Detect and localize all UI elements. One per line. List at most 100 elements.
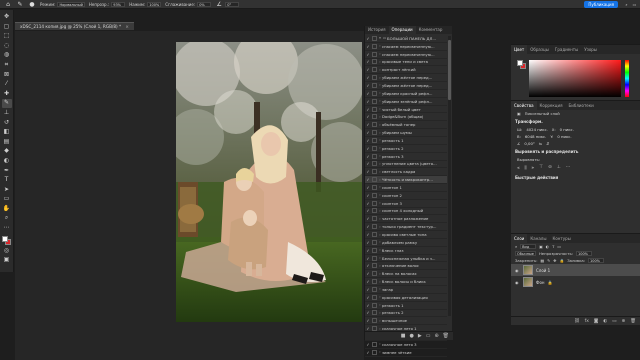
trash-icon[interactable]: 🗑 [443, 333, 449, 339]
check-icon[interactable]: ✓ [365, 138, 371, 143]
action-item[interactable]: ✓ › загар [365, 286, 447, 294]
share-button[interactable]: Публикация [584, 1, 618, 8]
dialog-toggle-box[interactable] [372, 51, 377, 57]
dialog-toggle-box[interactable] [372, 279, 377, 285]
dialog-toggle-box[interactable] [372, 208, 377, 214]
dialog-toggle-box[interactable] [372, 122, 377, 128]
artboard-tool-icon[interactable]: ▢ [2, 23, 12, 32]
dialog-toggle-box[interactable] [372, 161, 377, 167]
align-section-title[interactable]: Выровнять и распределить [511, 147, 640, 156]
action-item[interactable]: ✓ › Чёткость и микроконтр... [365, 176, 447, 185]
new-group-icon[interactable]: ▭ [612, 319, 616, 324]
dialog-toggle-box[interactable] [372, 75, 377, 81]
check-icon[interactable]: ✓ [365, 52, 371, 57]
smoothing-field[interactable]: 0% [197, 1, 212, 7]
flow-field[interactable]: 100% [147, 1, 162, 7]
action-item[interactable]: ✓ › резкость 1 [365, 137, 447, 145]
delete-layer-icon[interactable]: 🗑 [630, 319, 636, 324]
action-item[interactable]: ✓ › спасаем пересвеченную... [365, 51, 447, 59]
marquee-tool-icon[interactable]: ⬚ [2, 32, 12, 41]
check-icon[interactable]: ✓ [365, 185, 371, 190]
dialog-toggle-box[interactable] [372, 169, 377, 175]
filter-adjust-icon[interactable]: ◐ [546, 244, 549, 249]
align-middle-icon[interactable]: ⊝ [548, 165, 552, 171]
action-item[interactable]: ✓ › резкость 1 [365, 302, 447, 310]
filter-shape-icon[interactable]: ▭ [557, 244, 561, 249]
action-item[interactable]: ✓ › Dodge&Burn (общая) [365, 113, 447, 122]
new-set-icon[interactable]: ▭ [426, 333, 431, 339]
dialog-toggle-box[interactable] [372, 98, 377, 104]
action-item[interactable]: ✓ › объёмный тонер [365, 121, 447, 130]
color-swatches[interactable] [1, 235, 12, 246]
dialog-toggle-box[interactable] [372, 216, 377, 222]
action-item[interactable]: ✓ › скинтон 2 [365, 192, 447, 200]
color-picker-field[interactable] [529, 60, 621, 97]
y-field[interactable]: 0 пикс. [557, 134, 571, 139]
align-left-icon[interactable]: ⫷ [517, 165, 520, 171]
action-item[interactable]: ✓ › добавляем рамку [365, 239, 447, 247]
action-item[interactable]: ✓ › уплотнение цвета (цвето... [365, 161, 447, 169]
flip-vertical-icon[interactable]: ⇵ [546, 141, 549, 146]
check-icon[interactable]: ✓ [365, 216, 371, 221]
dialog-toggle-box[interactable] [372, 232, 377, 238]
mode-select[interactable]: Нормальный [57, 1, 85, 7]
layer-row[interactable]: ◉ Слой 1 [511, 264, 640, 276]
align-bottom-icon[interactable]: ⊥ [557, 165, 561, 171]
check-icon[interactable]: ✓ [365, 279, 371, 284]
dialog-toggle-box[interactable] [372, 349, 377, 355]
dialog-toggle-box[interactable] [372, 153, 377, 159]
check-icon[interactable]: ✓ [365, 240, 371, 245]
action-item[interactable]: ✓ › светлость кадра [365, 168, 447, 177]
transform-section-title[interactable]: Трансформ. [511, 117, 640, 126]
lasso-tool-icon[interactable]: ◌ [2, 42, 12, 51]
action-item[interactable]: ✓ › убираем жёлтое перед... [365, 74, 447, 83]
check-icon[interactable]: ✓ [365, 44, 371, 49]
tab-actions[interactable]: Операции [388, 26, 416, 34]
tab-layers[interactable]: Слои [511, 234, 528, 243]
move-tool-icon[interactable]: ✥ [2, 13, 12, 22]
check-icon[interactable]: ✓ [365, 287, 371, 292]
action-item[interactable]: ✓ › спасаем пересвеченную... [365, 43, 447, 51]
tab-comments[interactable]: Комментар [416, 26, 446, 34]
tab-adjustments[interactable]: Коррекция [537, 101, 566, 110]
close-document-icon[interactable]: × [125, 24, 129, 29]
lock-all-icon[interactable]: 🔒 [559, 258, 564, 263]
action-item[interactable]: ✓ › вспышечное [365, 317, 447, 326]
check-icon[interactable]: ✓ [365, 99, 371, 104]
filter-pixel-icon[interactable]: ▣ [539, 244, 543, 249]
brush-tool-icon[interactable]: ✎ [16, 1, 24, 8]
crop-tool-icon[interactable]: ⌗ [2, 61, 12, 70]
height-field[interactable]: 6048 пикс. [525, 134, 546, 139]
check-icon[interactable]: ✓ [365, 130, 371, 135]
lock-transparent-icon[interactable]: ▦ [540, 258, 544, 263]
dialog-toggle-box[interactable] [372, 59, 377, 65]
actions-scrollbar[interactable] [448, 36, 451, 316]
hue-slider[interactable] [625, 60, 629, 97]
action-item[interactable]: ✓ › чистый белый цвет [365, 106, 447, 114]
dialog-toggle-box[interactable] [372, 177, 377, 183]
dialog-toggle-box[interactable] [372, 137, 377, 143]
dodge-tool-icon[interactable]: ◐ [2, 157, 12, 166]
tab-paths[interactable]: Контуры [549, 234, 573, 243]
dialog-toggle-box[interactable] [372, 106, 377, 112]
layer-name[interactable]: Слой 1 [536, 268, 550, 273]
actions-scrollbar-thumb[interactable] [448, 40, 451, 100]
new-layer-icon[interactable]: ⊕ [622, 319, 626, 324]
eyedropper-tool-icon[interactable]: ⁄ [2, 80, 12, 89]
align-more-icon[interactable]: ⋯ [566, 165, 571, 171]
dialog-toggle-box[interactable] [372, 145, 377, 151]
action-item[interactable]: ✓ › убираем красный рефл... [365, 90, 447, 98]
check-icon[interactable]: ✓ [365, 248, 371, 253]
check-icon[interactable]: ✓ [365, 263, 371, 268]
check-icon[interactable]: ✓ [365, 154, 371, 159]
check-icon[interactable]: ✓ [365, 75, 371, 80]
action-item[interactable]: ✓ › блеск на волосах [365, 270, 447, 279]
action-item[interactable]: ✓ › убираем жёлтое перед... [365, 82, 447, 90]
action-item[interactable]: ✓ › красиво светлые тона [365, 231, 447, 239]
tab-color[interactable]: Цвет [511, 45, 528, 54]
dialog-toggle-box[interactable] [372, 341, 377, 347]
check-icon[interactable]: ✓ [365, 169, 371, 174]
foreground-color-mini[interactable] [517, 60, 523, 66]
width-field[interactable]: 4024 пикс. [526, 127, 547, 132]
check-icon[interactable]: ✓ [365, 91, 371, 96]
